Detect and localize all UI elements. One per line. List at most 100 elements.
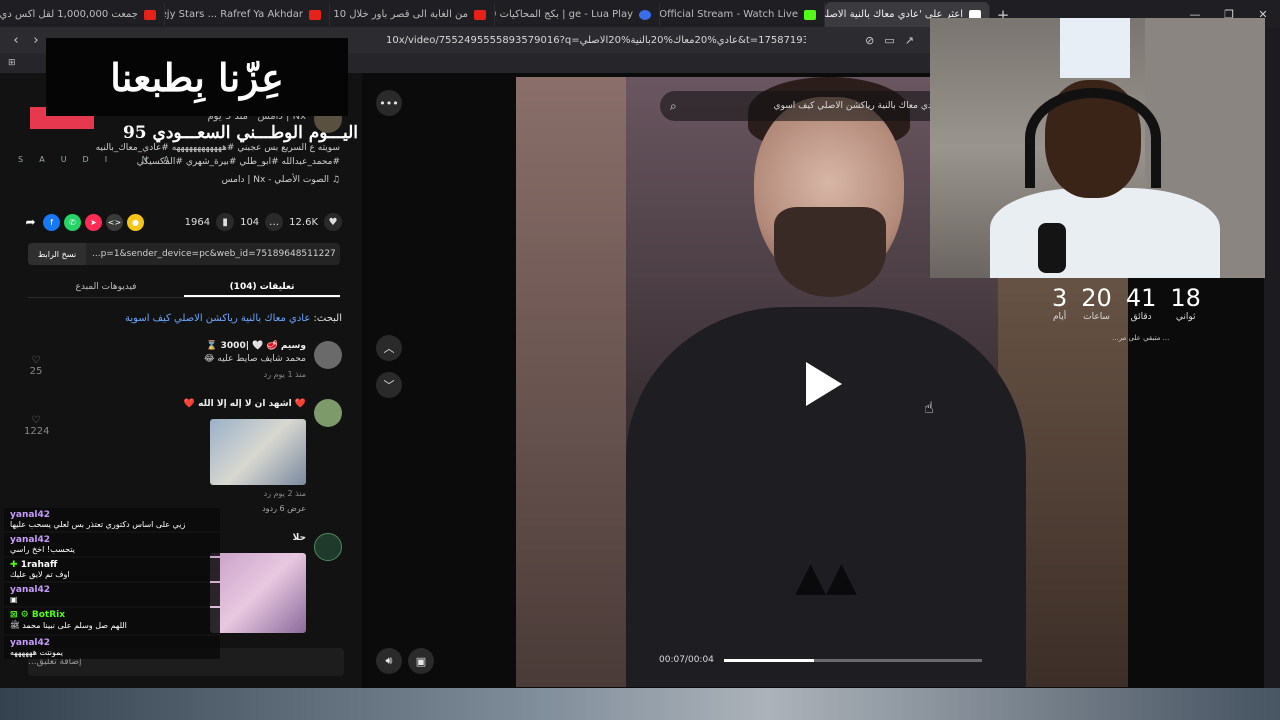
send-icon[interactable]: ➤ bbox=[85, 213, 102, 231]
countdown-label: ثواني bbox=[1175, 312, 1196, 322]
countdown-note: ...متبقي على مر ... bbox=[1112, 334, 1170, 342]
browser-tab[interactable]: جمعت 1,000,000 لقل اكس دي في ماين bbox=[0, 2, 165, 27]
countdown-timer: 3 أيام 20 ساعات 41 دقائق 18 ثواني bbox=[1052, 284, 1201, 322]
shirt-logo: ▲▲ bbox=[795, 554, 857, 600]
mouse-cursor-icon: ☝ bbox=[924, 398, 934, 417]
tab-label: جمعت 1,000,000 لقل اكس دي في ماين bbox=[0, 9, 138, 20]
chat-message: yanal42 يتحسب! اخخ راسي bbox=[4, 533, 220, 556]
more-options-button[interactable]: ••• bbox=[376, 90, 402, 116]
whatsapp-icon[interactable]: ✆ bbox=[64, 213, 81, 231]
video-progress-bar[interactable] bbox=[724, 659, 982, 662]
video-search-text: عادي معاك بالنية رياكشن الاصلي كيف اسوي bbox=[773, 101, 940, 111]
commenter-avatar[interactable] bbox=[314, 399, 342, 427]
browser-sidebar-strip bbox=[1264, 27, 1280, 720]
heart-outline-icon[interactable]: ♡ bbox=[24, 355, 48, 366]
chat-message: ✚ 1rahaff اوف تم لايق عليك bbox=[4, 558, 220, 581]
browser-tab[interactable]: من الغابة الى قصر باور خلال 10 ايام #4 bbox=[330, 2, 495, 27]
countdown-hours: 20 ساعات bbox=[1081, 284, 1112, 322]
video-hashtags[interactable]: #محمد_عبدالله #ابو_طلي #بيرة_شهري #المكس… bbox=[20, 157, 340, 167]
countdown-label: أيام bbox=[1052, 312, 1067, 322]
share-buttons: ➦ f ✆ ➤ <> ● bbox=[22, 213, 144, 231]
forward-icon[interactable]: › bbox=[26, 33, 46, 48]
tab-creator-videos[interactable]: فيديوهات المبدع bbox=[28, 276, 184, 297]
browser-tab[interactable]: ge - Lua Play | بكج المحاكيات 50+ لعبة bbox=[495, 2, 660, 27]
next-video-button[interactable]: ﹀ bbox=[376, 372, 402, 398]
share-link-box: نسخ الرابط ...p=1&sender_device=pc&web_i… bbox=[28, 243, 340, 265]
share-arrow-icon[interactable]: ➦ bbox=[22, 214, 39, 231]
copy-link-button[interactable]: نسخ الرابط bbox=[28, 243, 86, 265]
back-icon[interactable]: ‹ bbox=[6, 33, 26, 48]
screen: جمعت 1,000,000 لقل اكس دي في ماين Khalee… bbox=[0, 0, 1280, 720]
facebook-icon[interactable]: f bbox=[43, 213, 60, 231]
tab-label: من الغابة الى قصر باور خلال 10 ايام #4 bbox=[330, 9, 468, 20]
countdown-label: دقائق bbox=[1130, 312, 1152, 322]
volume-button[interactable]: 🔊︎ bbox=[376, 648, 402, 674]
countdown-value: 3 bbox=[1052, 284, 1068, 312]
cast-icon[interactable]: ▭ bbox=[884, 34, 894, 47]
picture-in-picture-icon: ▣ bbox=[415, 654, 427, 668]
chat-username: ⊠ ⚙ BotRix bbox=[10, 610, 214, 620]
commenter-name[interactable]: ❤️ اشهد ان لا إله إلا الله ❤️ bbox=[184, 399, 306, 409]
share-icon[interactable]: ↗ bbox=[905, 34, 914, 47]
coin-icon[interactable]: ● bbox=[127, 213, 144, 231]
chat-emote-icon: ▣ bbox=[10, 595, 18, 604]
chat-message: yanal42 ▣ bbox=[4, 583, 220, 606]
sound-link[interactable]: ♫ الصوت الأصلي - Nx | دامس bbox=[222, 175, 340, 185]
chat-username: yanal42 bbox=[10, 510, 51, 520]
countdown-value: 18 bbox=[1170, 284, 1201, 312]
search-prefix: البحث: bbox=[313, 313, 343, 324]
countdown-value: 41 bbox=[1125, 284, 1157, 312]
video-search-bar[interactable]: عادي معاك بالنية رياكشن الاصلي كيف اسوي … bbox=[660, 91, 950, 121]
kick-icon bbox=[804, 9, 816, 20]
countdown-seconds: 18 ثواني bbox=[1170, 284, 1201, 322]
play-icon[interactable] bbox=[806, 362, 842, 406]
globe-icon bbox=[639, 9, 651, 20]
comment-image[interactable] bbox=[210, 553, 306, 633]
address-tools: ⊘ ▭ ↗ bbox=[865, 34, 914, 47]
comment-image[interactable] bbox=[210, 419, 306, 485]
comment-like-count: 1224 bbox=[24, 426, 50, 437]
sound-name: الصوت الأصلي - Nx | دامس bbox=[221, 175, 330, 185]
commenter-avatar[interactable] bbox=[314, 341, 342, 369]
bookmark-icon[interactable]: ▮ bbox=[216, 213, 235, 231]
apps-grid-icon[interactable]: ⊞ bbox=[8, 58, 16, 68]
browser-tab[interactable]: WilyamOfficial Stream - Watch Live bbox=[660, 2, 825, 27]
previous-video-button[interactable]: ︿ bbox=[376, 335, 402, 361]
heart-outline-icon[interactable]: ♡ bbox=[24, 415, 48, 426]
comment-like[interactable]: ♡ 25 bbox=[24, 355, 48, 377]
comment-like[interactable]: ♡ 1224 bbox=[24, 415, 50, 437]
youtube-icon bbox=[474, 9, 486, 20]
commenter-avatar[interactable] bbox=[314, 533, 342, 561]
heart-icon[interactable]: ♥ bbox=[324, 213, 342, 231]
share-link-url[interactable]: ...p=1&sender_device=pc&web_id=751896485… bbox=[86, 249, 336, 259]
chat-text: اللهم صل وسلم على نبينا محمد ﷺ bbox=[10, 621, 127, 630]
browser-tab[interactable]: Khaleejy Stars ... Rafref Ya Akhdar | خر bbox=[165, 2, 330, 27]
search-icon[interactable]: ⌕ bbox=[670, 99, 677, 114]
chat-username: yanal42 bbox=[10, 585, 51, 595]
tab-label: WilyamOfficial Stream - Watch Live bbox=[660, 9, 798, 20]
chat-text: يتحسب! اخخ راسي bbox=[10, 545, 75, 554]
comment-meta[interactable]: منذ 1 يوم رد bbox=[204, 370, 306, 379]
translate-icon[interactable]: ⊘ bbox=[865, 34, 874, 47]
action-bar: ➦ f ✆ ➤ <> ● 1964 ▮ 104 … 12.6K ♥ bbox=[22, 211, 342, 233]
bot-badge-icon: ⊠ ⚙ bbox=[10, 610, 32, 620]
video-time: 00:07/00:04 bbox=[659, 655, 714, 665]
commenter-name[interactable]: حلا bbox=[293, 533, 306, 543]
more-icon: ••• bbox=[379, 96, 399, 110]
embed-icon[interactable]: <> bbox=[106, 213, 123, 231]
comment-meta[interactable]: منذ 2 يوم رد bbox=[262, 489, 306, 498]
microphone-icon bbox=[1038, 223, 1066, 273]
commenter-name[interactable]: وسيم 🥩 🤍 |3000 ⌛ bbox=[204, 341, 306, 351]
chat-username: ✚ 1rahaff bbox=[10, 560, 214, 570]
save-count: 1964 bbox=[184, 216, 211, 228]
comment-search-suggestion[interactable]: البحث: عادي معاك بالنية رياكشن الاصلي كي… bbox=[125, 313, 342, 324]
pip-button[interactable]: ▣ bbox=[408, 648, 434, 674]
countdown-label: ساعات bbox=[1083, 312, 1110, 322]
view-replies-button[interactable]: عرض 6 ردود bbox=[262, 504, 306, 513]
tab-label: ge - Lua Play | بكج المحاكيات 50+ لعبة bbox=[495, 9, 633, 20]
search-query-link[interactable]: عادي معاك بالنية رياكشن الاصلي كيف اسوية bbox=[125, 313, 310, 324]
tab-comments[interactable]: (104) تعليقات bbox=[184, 276, 340, 297]
video-description: سويته ع السريع بس عجبني #ههههههههههههه #… bbox=[95, 143, 340, 153]
comment-icon[interactable]: … bbox=[265, 213, 284, 231]
url-field[interactable]: 10x/video/7552495555893579016?q=عادي%20م… bbox=[386, 35, 806, 46]
